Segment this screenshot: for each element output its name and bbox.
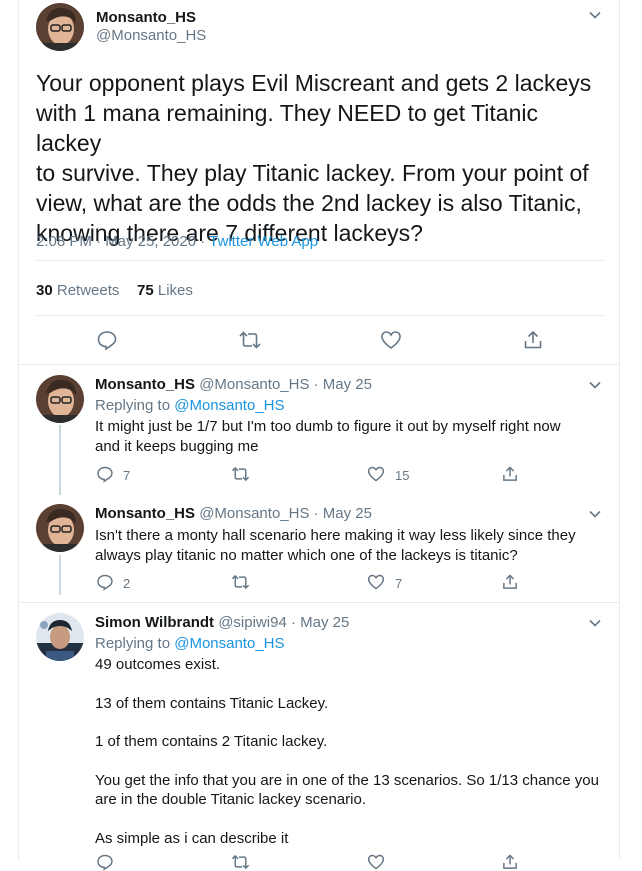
- reply-count: 2: [123, 576, 131, 591]
- retweets-stat[interactable]: 30 Retweets: [36, 282, 119, 299]
- reply-icon[interactable]: [96, 329, 118, 351]
- divider: [18, 364, 620, 365]
- author-name[interactable]: Monsanto_HS: [95, 376, 195, 393]
- reply-text: It might just be 1/7 but I'm too dumb to…: [95, 418, 561, 455]
- tweet-timestamp[interactable]: 2:08 PM · May 25, 2020 ·: [36, 233, 209, 250]
- avatar-image: [36, 3, 84, 51]
- reply-text: Isn't there a monty hall scenario here m…: [95, 527, 576, 564]
- avatar[interactable]: [36, 613, 84, 661]
- retweet-icon[interactable]: [230, 465, 251, 483]
- avatar-image: [36, 613, 84, 661]
- replying-to: Replying to @Monsanto_HS: [95, 397, 285, 414]
- author-handle-date[interactable]: @Monsanto_HS · May 25: [199, 376, 372, 393]
- divider: [18, 602, 620, 603]
- author-name[interactable]: Monsanto_HS: [95, 505, 195, 522]
- chevron-down-icon[interactable]: [588, 507, 602, 521]
- share-icon[interactable]: [501, 573, 519, 591]
- reply-icon[interactable]: [96, 573, 114, 591]
- chevron-down-icon[interactable]: [588, 616, 602, 630]
- reply-header: Monsanto_HS @Monsanto_HS · May 25: [95, 376, 372, 393]
- reply-count: 7: [123, 468, 131, 483]
- author-handle-date[interactable]: @sipiwi94 · May 25: [218, 614, 349, 631]
- author-name[interactable]: Simon Wilbrandt: [95, 614, 214, 631]
- share-icon[interactable]: [522, 329, 544, 351]
- author-handle[interactable]: @Monsanto_HS: [96, 27, 206, 44]
- share-icon[interactable]: [501, 465, 519, 483]
- retweet-icon[interactable]: [230, 853, 251, 871]
- like-icon[interactable]: [380, 329, 402, 351]
- retweets-label: Retweets: [56, 282, 120, 299]
- retweet-icon[interactable]: [230, 573, 251, 591]
- share-icon[interactable]: [501, 853, 519, 871]
- like-icon[interactable]: [367, 465, 385, 483]
- reply-header: Simon Wilbrandt @sipiwi94 · May 25: [95, 614, 349, 631]
- avatar-image: [36, 504, 84, 552]
- like-icon[interactable]: [367, 573, 385, 591]
- replying-to: Replying to @Monsanto_HS: [95, 635, 285, 652]
- reply-icon[interactable]: [96, 465, 114, 483]
- avatar-image: [36, 375, 84, 423]
- like-count: 15: [395, 468, 410, 483]
- likes-count: 75: [137, 282, 154, 299]
- like-icon[interactable]: [367, 853, 385, 871]
- tweet-meta: 2:08 PM · May 25, 2020 · Twitter Web App: [36, 233, 318, 250]
- divider: [36, 315, 604, 316]
- likes-stat[interactable]: 75 Likes: [137, 282, 193, 299]
- reply-text: 49 outcomes exist. 13 of them contains T…: [95, 656, 599, 847]
- retweet-icon[interactable]: [237, 329, 263, 351]
- replying-to-link[interactable]: @Monsanto_HS: [174, 635, 284, 652]
- replying-to-prefix: Replying to: [95, 397, 175, 414]
- author-handle-date[interactable]: @Monsanto_HS · May 25: [199, 505, 372, 522]
- reply-icon[interactable]: [96, 853, 114, 871]
- chevron-down-icon[interactable]: [588, 8, 602, 22]
- chevron-down-icon[interactable]: [588, 378, 602, 392]
- avatar[interactable]: [36, 504, 84, 552]
- divider: [36, 260, 604, 261]
- retweets-count: 30: [36, 282, 53, 299]
- reply-header: Monsanto_HS @Monsanto_HS · May 25: [95, 505, 372, 522]
- author-name[interactable]: Monsanto_HS: [96, 9, 196, 26]
- thread-line: [59, 425, 61, 495]
- tweet-text: Your opponent plays Evil Miscreant and g…: [36, 70, 592, 246]
- tweet-source[interactable]: Twitter Web App: [209, 233, 318, 250]
- likes-label: Likes: [157, 282, 193, 299]
- avatar[interactable]: [36, 3, 84, 51]
- avatar[interactable]: [36, 375, 84, 423]
- replying-to-prefix: Replying to: [95, 635, 175, 652]
- like-count: 7: [395, 576, 403, 591]
- replying-to-link[interactable]: @Monsanto_HS: [174, 397, 284, 414]
- thread-line: [59, 555, 61, 595]
